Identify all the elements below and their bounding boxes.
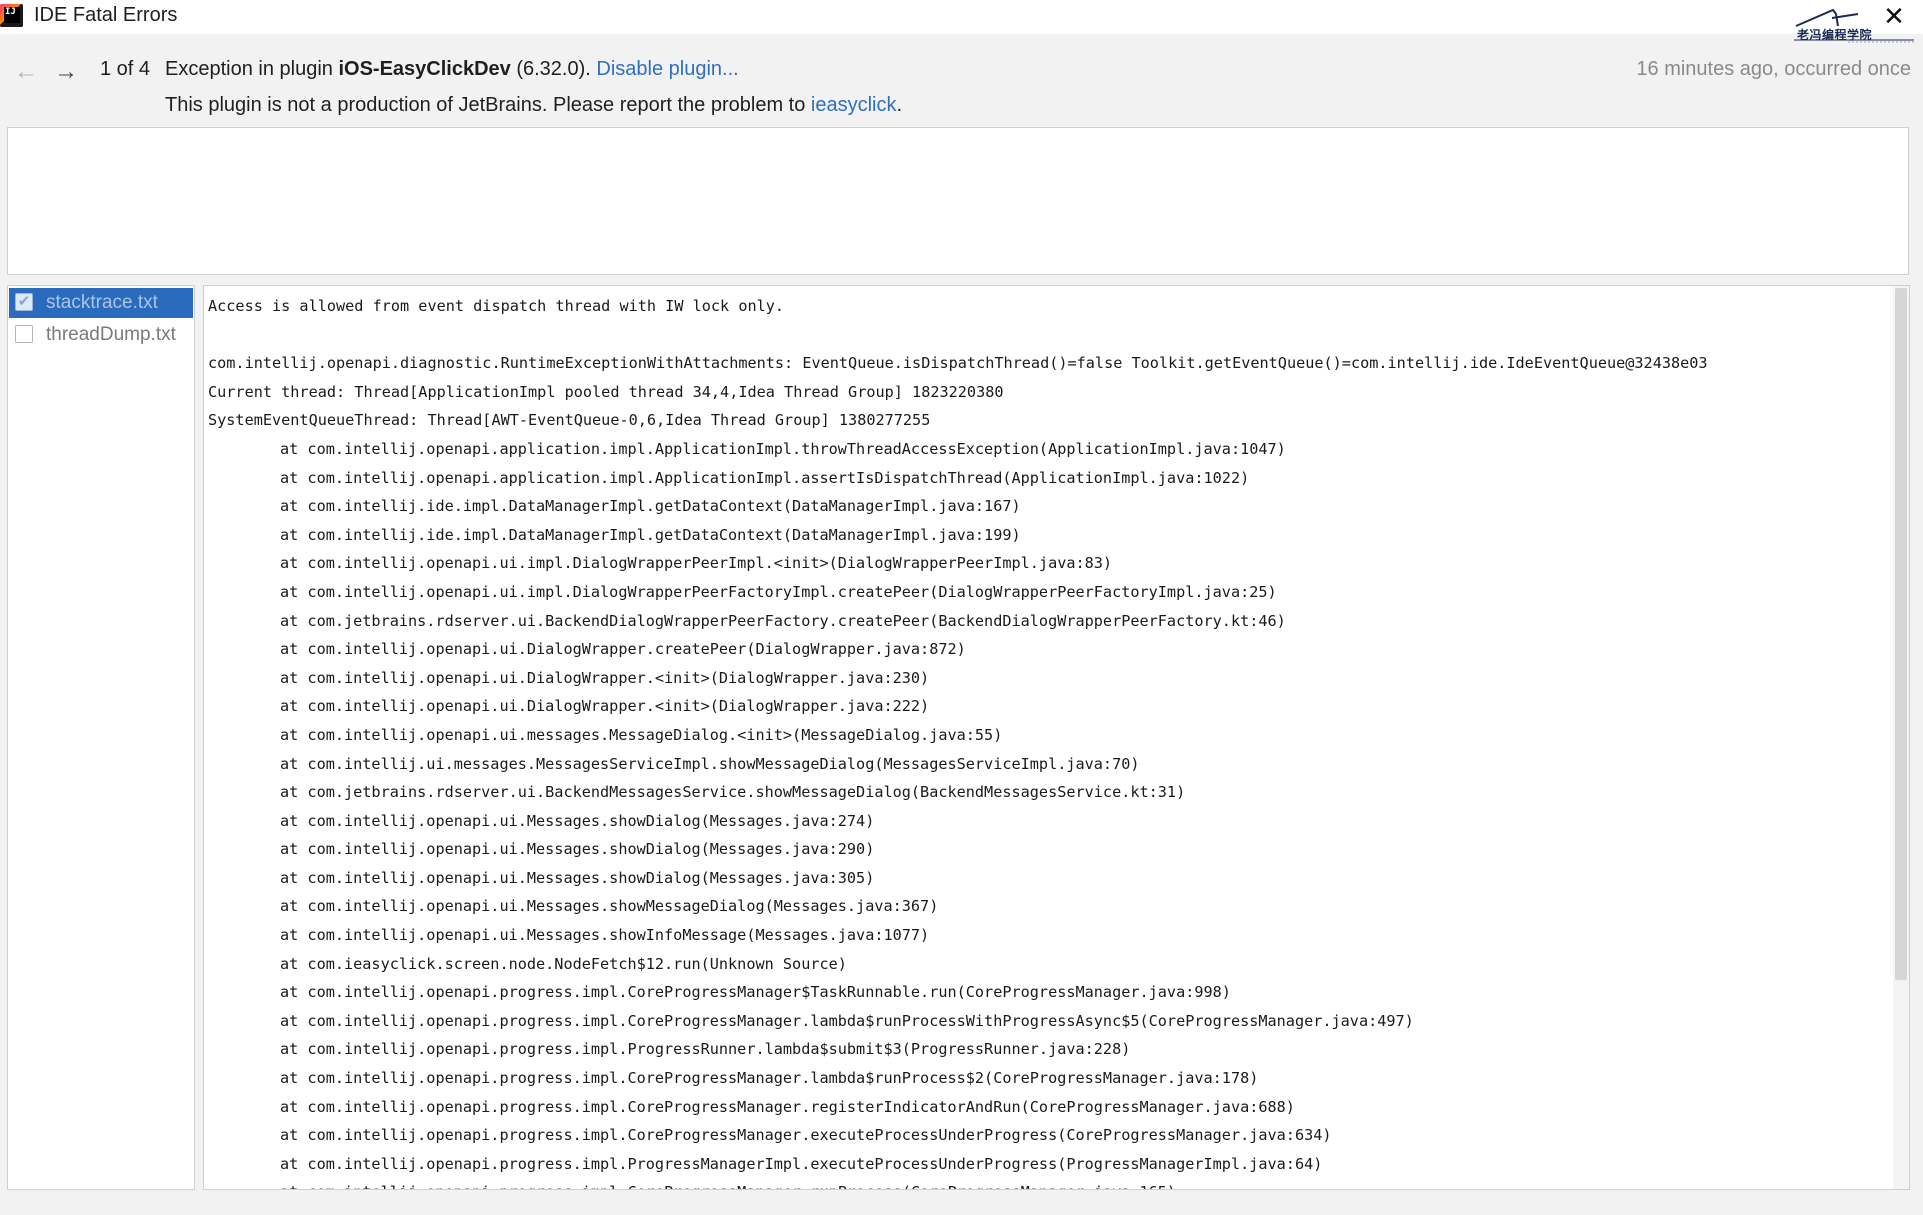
occurrence-info: 16 minutes ago, occurred once — [1636, 58, 1911, 80]
trace-line: at com.jetbrains.rdserver.ui.BackendDial… — [280, 611, 1286, 630]
trace-line: at com.intellij.openapi.ui.Messages.show… — [280, 897, 939, 916]
trace-line: at com.intellij.openapi.ui.Messages.show… — [280, 926, 930, 945]
stacktrace-viewer[interactable]: Access is allowed from event dispatch th… — [203, 285, 1910, 1190]
stacktrace-text: Access is allowed from event dispatch th… — [208, 292, 1889, 1189]
trace-line: at com.intellij.openapi.ui.messages.Mess… — [280, 725, 1003, 744]
report-vendor-link[interactable]: ieasyclick — [811, 94, 897, 116]
exception-summary: Exception in plugin iOS-EasyClickDev (6.… — [165, 58, 739, 81]
error-counter: 1 of 4 — [100, 58, 151, 80]
trace-line: at com.intellij.openapi.progress.impl.Co… — [280, 1011, 1414, 1030]
trace-line: SystemEventQueueThread: Thread[AWT-Event… — [208, 411, 931, 430]
trace-line: at com.intellij.openapi.ui.Messages.show… — [280, 840, 875, 859]
trace-line: at com.intellij.openapi.ui.Messages.show… — [280, 868, 875, 887]
trace-line: at com.intellij.openapi.progress.impl.Co… — [280, 1097, 1295, 1116]
notice-suffix: . — [896, 94, 903, 116]
intellij-icon: IJ — [0, 4, 23, 27]
notice-prefix: This plugin is not a production of JetBr… — [165, 94, 811, 116]
trace-line: at com.intellij.openapi.progress.impl.Co… — [280, 983, 1231, 1002]
checkbox-icon[interactable] — [15, 325, 33, 343]
trace-line: Access is allowed from event dispatch th… — [208, 297, 785, 315]
close-icon[interactable]: ✕ — [1881, 3, 1907, 30]
trace-line: at com.intellij.openapi.application.impl… — [280, 439, 1286, 458]
trace-line: at com.intellij.ide.impl.DataManagerImpl… — [280, 525, 1021, 544]
trace-line: at com.intellij.openapi.progress.impl.Pr… — [280, 1154, 1323, 1173]
attachments-list: ✔ stacktrace.txt threadDump.txt — [7, 285, 195, 1190]
trace-line: Current thread: Thread[ApplicationImpl p… — [208, 382, 1004, 401]
trace-line: at com.intellij.openapi.progress.impl.Co… — [208, 1178, 1889, 1189]
attachment-label: stacktrace.txt — [46, 292, 158, 313]
plugin-name: iOS-EasyClickDev — [338, 58, 511, 80]
trace-line: at com.intellij.openapi.ui.DialogWrapper… — [280, 640, 966, 659]
scrollbar-thumb[interactable] — [1895, 288, 1907, 980]
trace-line: at com.ieasyclick.screen.node.NodeFetch$… — [280, 954, 847, 973]
attachment-label: threadDump.txt — [46, 324, 176, 345]
trace-line: at com.intellij.openapi.ui.impl.DialogWr… — [280, 554, 1113, 573]
trace-line: at com.intellij.ui.messages.MessagesServ… — [280, 754, 1140, 773]
arrow-left-icon[interactable]: ← — [14, 58, 38, 86]
trace-line: at com.intellij.openapi.progress.impl.Co… — [280, 1069, 1259, 1088]
vertical-scrollbar[interactable] — [1893, 286, 1909, 1189]
attachment-stacktrace[interactable]: ✔ stacktrace.txt — [9, 288, 193, 318]
attachment-threaddump[interactable]: threadDump.txt — [9, 320, 193, 350]
trace-line: at com.intellij.openapi.ui.DialogWrapper… — [280, 697, 930, 716]
watermark-text: 老冯编程学院 — [1797, 28, 1873, 42]
window-title: IDE Fatal Errors — [34, 4, 178, 26]
comment-area — [7, 127, 1909, 275]
comment-input[interactable] — [8, 128, 1908, 274]
trace-line: at com.intellij.openapi.progress.impl.Pr… — [280, 1040, 1131, 1059]
trace-line: at com.intellij.openapi.ui.Messages.show… — [280, 811, 875, 830]
plugin-version: (6.32.0). — [510, 58, 597, 80]
trace-line: at com.intellij.openapi.ui.impl.DialogWr… — [280, 582, 1277, 601]
disable-plugin-link[interactable]: Disable plugin... — [596, 58, 738, 80]
checkbox-icon[interactable]: ✔ — [15, 293, 33, 311]
trace-line: at com.intellij.ide.impl.DataManagerImpl… — [280, 497, 1021, 516]
title-bar: IJ IDE Fatal Errors 老冯编程学院 ✕ — [0, 0, 1923, 43]
plugin-notice: This plugin is not a production of JetBr… — [165, 94, 902, 117]
trace-line: at com.intellij.openapi.progress.impl.Co… — [280, 1126, 1332, 1145]
trace-line: at com.intellij.openapi.ui.DialogWrapper… — [280, 668, 930, 687]
trace-line — [208, 321, 1889, 350]
trace-line: at com.jetbrains.rdserver.ui.BackendMess… — [280, 783, 1186, 802]
arrow-right-icon[interactable]: → — [54, 58, 78, 86]
exception-prefix: Exception in plugin — [165, 58, 339, 80]
trace-line: at com.intellij.openapi.application.impl… — [280, 468, 1250, 487]
trace-line: com.intellij.openapi.diagnostic.RuntimeE… — [208, 354, 1708, 373]
